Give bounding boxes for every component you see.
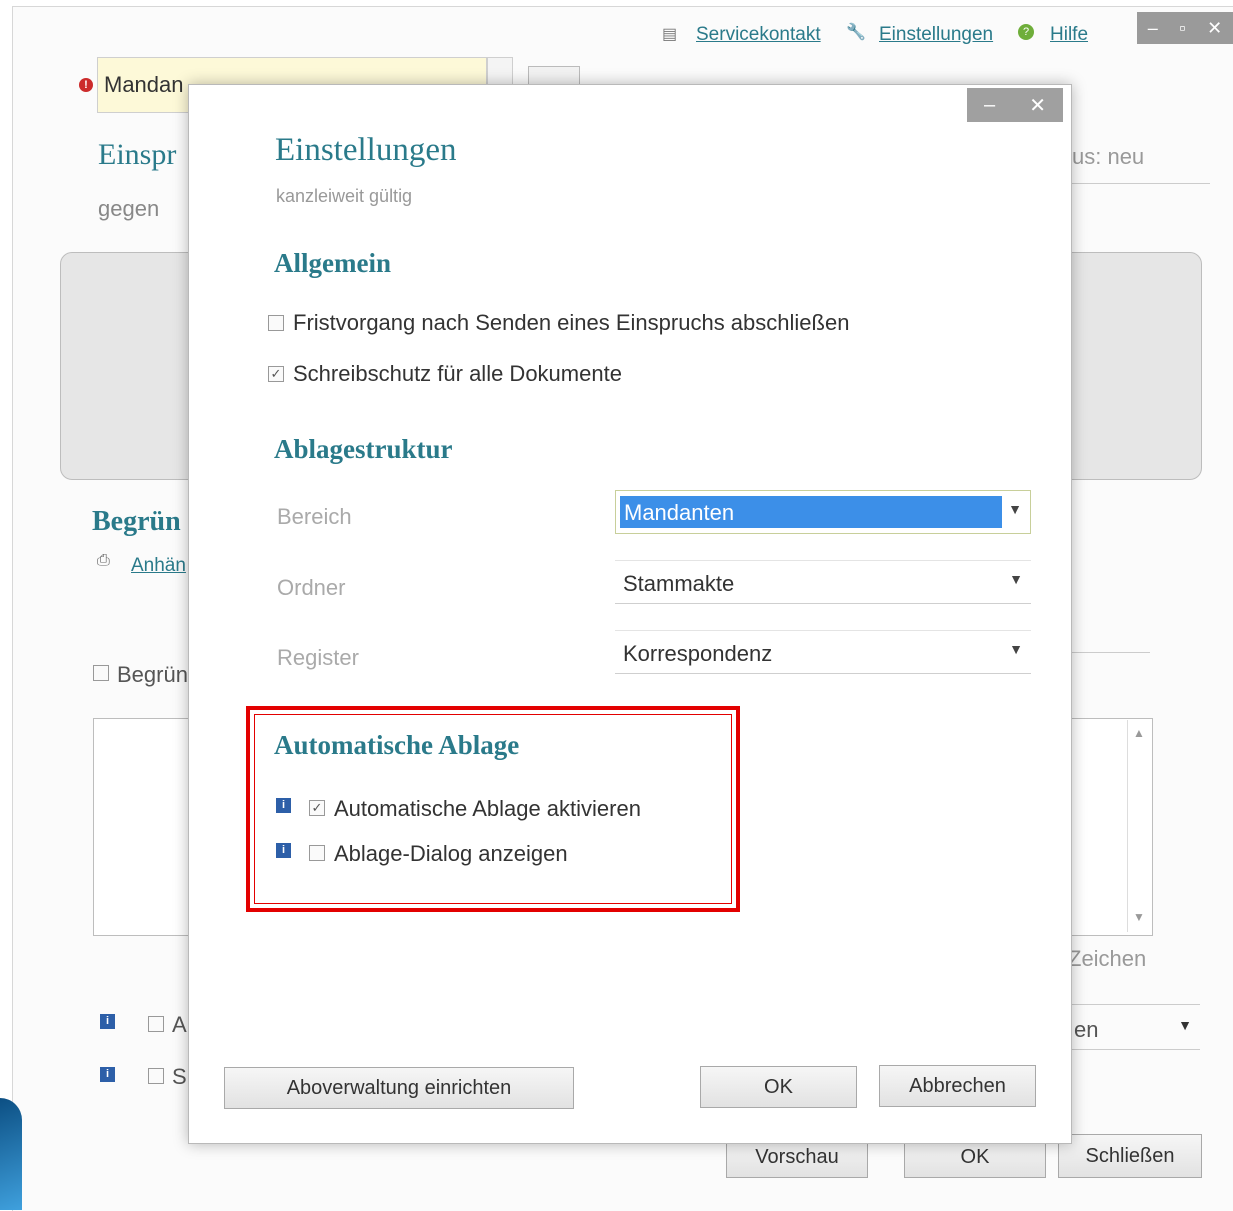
info-icon[interactable]: i: [276, 843, 291, 858]
option-a-checkbox[interactable]: [148, 1016, 164, 1032]
area-select[interactable]: Mandanten ▼: [615, 490, 1031, 534]
window-controls: – ▫ ✕: [1137, 12, 1233, 44]
option-s-checkbox[interactable]: [148, 1068, 164, 1084]
help-link[interactable]: Hilfe: [1050, 24, 1088, 46]
folder-select[interactable]: Stammakte ▼: [615, 560, 1031, 604]
filing-dialog-option-label: Ablage-Dialog anzeigen: [334, 841, 568, 866]
dialog-subtitle: kanzleiweit gültig: [276, 186, 413, 206]
error-icon: !: [79, 78, 93, 92]
dialog-close-icon[interactable]: ✕: [1029, 93, 1046, 118]
section-heading-general: Allgemein: [274, 248, 391, 278]
scroll-down-icon[interactable]: ▼: [1128, 910, 1150, 924]
scroll-up-icon[interactable]: ▲: [1128, 726, 1150, 740]
auto-filing-option-label: Automatische Ablage aktivieren: [334, 796, 641, 821]
minimize-icon[interactable]: –: [1148, 18, 1158, 39]
maximize-icon[interactable]: ▫: [1179, 18, 1185, 39]
textarea-scrollbar[interactable]: ▲ ▼: [1127, 720, 1150, 932]
close-icon[interactable]: ✕: [1207, 18, 1222, 39]
character-count-label: Zeichen: [1068, 946, 1147, 971]
background-dropdown-value: en: [1074, 1017, 1099, 1042]
field-divider: [1072, 652, 1150, 653]
dialog-window-controls: – ✕: [967, 88, 1063, 122]
begruendung-checkbox-label: Begrün: [117, 662, 188, 687]
help-icon: ?: [1018, 24, 1034, 40]
write-protect-option-label: Schreibschutz für alle Dokumente: [293, 361, 622, 386]
background-dropdown[interactable]: en ▼: [1068, 1004, 1200, 1050]
attachment-icon: ⎙: [97, 552, 110, 569]
section-heading-auto-filing: Automatische Ablage: [274, 730, 520, 760]
mandant-value: Mandan: [104, 72, 184, 97]
register-label: Register: [277, 645, 359, 670]
chevron-down-icon: ▼: [1009, 571, 1023, 587]
register-value: Korrespondenz: [623, 641, 773, 666]
area-label: Bereich: [277, 504, 352, 529]
status-divider: [1072, 183, 1210, 184]
area-value: Mandanten: [624, 500, 735, 525]
info-icon[interactable]: i: [276, 798, 291, 813]
dialog-minimize-icon[interactable]: –: [984, 94, 995, 117]
attachments-link[interactable]: Anhän: [131, 555, 186, 577]
write-protect-checkbox[interactable]: ✓: [268, 366, 284, 382]
deadline-option-label: Fristvorgang nach Senden eines Einspruch…: [293, 310, 850, 335]
cancel-button[interactable]: Abbrechen: [879, 1065, 1036, 1107]
status-text: us: neu: [1072, 144, 1145, 169]
page-heading: Einspr: [98, 138, 177, 171]
dialog-title: Einstellungen: [275, 132, 457, 168]
deadline-checkbox[interactable]: [268, 315, 284, 331]
settings-link[interactable]: Einstellungen: [879, 24, 993, 46]
filing-dialog-checkbox[interactable]: [309, 845, 325, 861]
service-contact-icon: ▤: [662, 26, 678, 43]
ok-button[interactable]: OK: [700, 1066, 857, 1108]
option-s-label: S: [172, 1064, 187, 1089]
option-a-label: A: [172, 1012, 187, 1037]
settings-dialog: [188, 84, 1072, 1144]
gegen-label: gegen: [98, 196, 160, 221]
auto-filing-checkbox[interactable]: ✓: [309, 800, 325, 816]
folder-value: Stammakte: [623, 571, 735, 596]
chevron-down-icon: ▼: [1178, 1017, 1192, 1033]
wrench-icon: 🔧: [846, 24, 866, 41]
chevron-down-icon: ▼: [1008, 501, 1022, 517]
begruendung-heading: Begrün: [92, 506, 181, 537]
chevron-down-icon: ▼: [1009, 641, 1023, 657]
subscription-button[interactable]: Aboverwaltung einrichten: [224, 1067, 574, 1109]
register-select[interactable]: Korrespondenz ▼: [615, 630, 1031, 674]
decorative-corner: [0, 1098, 22, 1210]
close-button[interactable]: Schließen: [1058, 1134, 1202, 1178]
info-icon[interactable]: i: [100, 1014, 115, 1029]
service-contact-link[interactable]: Servicekontakt: [696, 24, 821, 46]
folder-label: Ordner: [277, 575, 346, 600]
section-heading-filing-structure: Ablagestruktur: [274, 434, 453, 464]
begruendung-checkbox[interactable]: [93, 665, 109, 681]
info-icon[interactable]: i: [100, 1067, 115, 1082]
